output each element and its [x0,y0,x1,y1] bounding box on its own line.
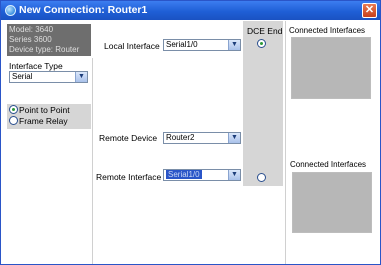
chevron-down-icon: ▼ [228,133,240,143]
radio-point-to-point[interactable]: Point to Point [9,105,70,116]
device-info-panel: Model: 3640 Series 3600 Device type: Rou… [7,24,91,56]
dce-local-radio[interactable] [257,39,266,48]
interface-type-value: Serial [12,72,33,81]
connection-type-group: Point to Point Frame Relay [7,104,91,129]
left-divider [92,58,93,264]
remote-connected-interfaces-list[interactable] [292,172,372,233]
remote-device-value: Router2 [166,133,195,142]
interface-type-label: Interface Type [9,61,63,71]
local-connected-interfaces-label: Connected Interfaces [289,26,366,35]
local-connected-interfaces-list[interactable] [291,37,371,99]
close-button[interactable]: ✕ [362,3,377,18]
local-interface-select[interactable]: Serial1/0 ▼ [163,39,241,51]
radio-unselected-icon [9,116,18,125]
title-bar[interactable]: New Connection: Router1 ✕ [1,1,380,20]
device-type: Device type: Router [9,45,80,54]
local-interface-label: Local Interface [104,41,160,51]
remote-interface-select[interactable]: Serial1/0 ▼ [163,169,241,181]
chevron-down-icon: ▼ [228,170,240,180]
remote-interface-label: Remote Interface [96,172,162,182]
remote-device-select[interactable]: Router2 ▼ [163,132,241,144]
right-divider [285,21,286,264]
interface-type-select[interactable]: Serial ▼ [9,71,88,83]
remote-device-label: Remote Device [99,133,158,143]
dce-end-label: DCE End [247,26,283,36]
remote-connected-interfaces-label: Connected Interfaces [290,160,367,169]
app-globe-icon [5,5,16,16]
radio-selected-icon [9,105,18,114]
new-connection-window: New Connection: Router1 ✕ Model: 3640 Se… [0,0,381,265]
local-interface-value: Serial1/0 [166,40,198,49]
remote-interface-value: Serial1/0 [166,170,202,179]
dce-remote-radio[interactable] [257,173,266,182]
radio-frame-relay[interactable]: Frame Relay [9,116,68,127]
device-series: Series 3600 [9,35,52,44]
radio-label-frame-relay: Frame Relay [19,116,68,126]
chevron-down-icon: ▼ [75,72,87,82]
window-title: New Connection: Router1 [19,4,148,16]
device-model: Model: 3640 [9,25,54,34]
chevron-down-icon: ▼ [228,40,240,50]
radio-label-point-to-point: Point to Point [19,105,70,115]
